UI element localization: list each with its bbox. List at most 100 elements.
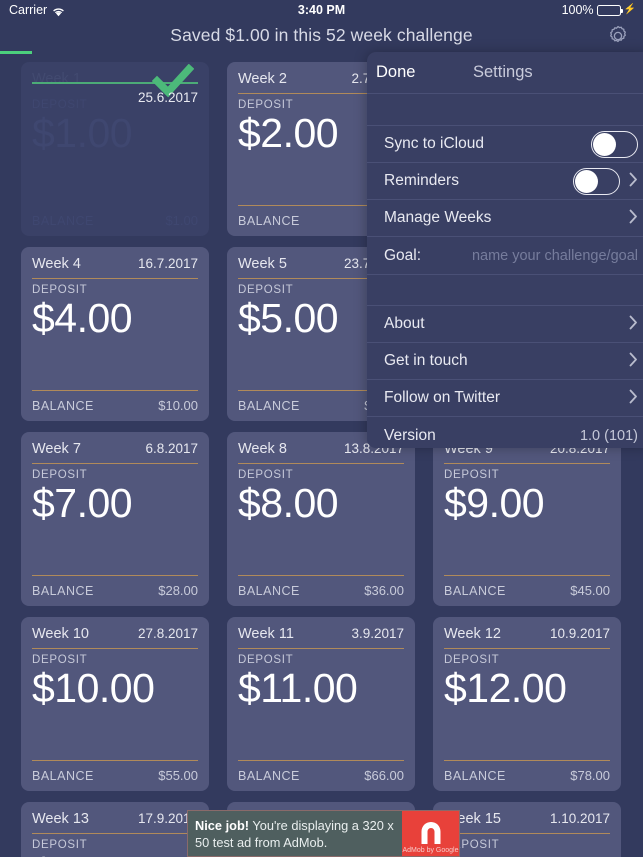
week-card[interactable]: Week 1317.9.2017DEPOSIT$13.00BALANCE$91.… <box>21 802 209 857</box>
week-card[interactable]: Week 11 3.9.2017 DEPOSIT $11.00 BALANCE $66.0… <box>227 617 415 791</box>
week-date: 10.9.2017 <box>549 626 610 641</box>
week-card-body: DEPOSIT $4.00 <box>32 279 198 390</box>
settings-row-value: 1.0 (101) <box>579 427 638 444</box>
week-card-body: DEPOSIT $7.00 <box>32 464 198 575</box>
toggle-knob <box>575 169 598 193</box>
deposit-amount: $12.00 <box>444 665 567 711</box>
navigation-bar: Saved $1.00 in this 52 week challenge <box>0 20 643 51</box>
week-card[interactable]: Week 12 10.9.2017 DEPOSIT $12.00 BALANCE $78.… <box>433 617 621 791</box>
week-card-header: Week 12 10.9.2017 <box>444 626 610 648</box>
deposit-amount: $8.00 <box>238 480 339 526</box>
settings-row-label: Version <box>384 426 436 444</box>
settings-row[interactable]: About <box>367 306 643 343</box>
deposit-amount: $1.00 <box>32 110 133 156</box>
week-label: Week 5 <box>238 256 287 272</box>
week-label: Week 11 <box>238 626 294 642</box>
deposit-amount: $9.00 <box>444 480 545 526</box>
week-card[interactable]: Week 10 27.8.2017 DEPOSIT $10.00 BALANCE $55.… <box>21 617 209 791</box>
battery-percent-label: 100% <box>561 3 594 17</box>
week-card[interactable]: Week 9 20.8.2017 DEPOSIT $9.00 BALANCE $45.00 <box>433 432 621 606</box>
settings-toggle[interactable] <box>573 167 620 195</box>
settings-row[interactable]: Get in touch <box>367 343 643 380</box>
deposit-amount: $4.00 <box>32 295 133 341</box>
week-card-bottom-rule <box>32 205 198 206</box>
settings-row-label: Goal: <box>384 246 422 264</box>
settings-row-label: Reminders <box>384 172 459 189</box>
week-card-bottom-rule <box>444 575 610 576</box>
week-card-footer: BALANCE $78.00 <box>444 768 610 783</box>
week-card-body: DEPOSIT$15.00 <box>444 834 610 857</box>
week-card-bottom-rule <box>32 575 198 576</box>
balance-label: BALANCE <box>32 214 94 228</box>
chevron-right-icon <box>629 209 638 227</box>
balance-label: BALANCE <box>444 769 506 783</box>
settings-row-label: Sync to iCloud <box>384 135 484 152</box>
page-title: Saved $1.00 in this 52 week challenge <box>170 25 473 45</box>
week-card[interactable]: Week 151.10.2017DEPOSIT$15.00BALANCE$120… <box>433 802 621 857</box>
settings-row[interactable]: Version 1.0 (101) <box>367 417 643 448</box>
balance-value: $36.00 <box>364 583 404 598</box>
completed-date: 25.6.2017 <box>137 90 198 105</box>
week-card[interactable]: Week 7 6.8.2017 DEPOSIT $7.00 BALANCE $28.00 <box>21 432 209 606</box>
balance-label: BALANCE <box>444 584 506 598</box>
week-card-body: DEPOSIT $8.00 <box>238 464 404 575</box>
balance-label: BALANCE <box>238 584 300 598</box>
popover-navbar: Done Settings <box>367 52 643 94</box>
popover-section-one: Sync to iCloud Reminders Manage Weeks Goal:… <box>367 126 643 274</box>
balance-value: $55.00 <box>158 768 198 783</box>
popover-section-gap-mid <box>367 274 643 306</box>
settings-popover: Done Settings Sync to iCloud Reminders Man… <box>367 52 643 448</box>
week-card-footer: BALANCE $28.00 <box>32 583 198 598</box>
week-card-header: Week 13 17.9.2017 <box>32 811 198 833</box>
week-card-body: DEPOSIT $1.00 <box>32 94 198 205</box>
week-card-bottom-rule <box>32 760 198 761</box>
week-label: Week 13 <box>32 811 89 827</box>
gear-icon <box>610 25 626 43</box>
balance-value: $45.00 <box>570 583 610 598</box>
week-card-bottom-rule <box>444 760 610 761</box>
settings-row-label: Follow on Twitter <box>384 389 501 406</box>
popover-section-two: About Get in touch Follow on Twitter Versio… <box>367 306 643 448</box>
week-label: Week 1 <box>32 71 81 87</box>
savings-progress-fill <box>0 51 32 54</box>
ad-logo-caption: AdMob by Google <box>402 847 459 854</box>
week-card-bottom-rule <box>32 390 198 391</box>
week-card[interactable]: Week 4 16.7.2017 DEPOSIT $4.00 BALANCE $10.00 <box>21 247 209 421</box>
chevron-right-icon <box>629 389 638 407</box>
week-card-footer: BALANCE $66.00 <box>238 768 404 783</box>
settings-row[interactable]: Sync to iCloud <box>367 126 643 163</box>
week-date: 27.8.2017 <box>137 626 198 641</box>
status-bar-clock: 3:40 PM <box>297 3 346 17</box>
settings-row-label: About <box>384 315 425 332</box>
toggle-knob <box>593 132 616 156</box>
settings-button[interactable] <box>605 23 631 49</box>
week-card-header: Week 10 27.8.2017 <box>32 626 198 648</box>
popover-section-gap-top <box>367 94 643 126</box>
popover-done-button[interactable]: Done <box>376 63 415 82</box>
week-card-footer: BALANCE $45.00 <box>444 583 610 598</box>
goal-input[interactable]: name your challenge/goal <box>472 248 638 264</box>
week-card-bottom-rule <box>238 575 404 576</box>
week-card-bottom-rule <box>238 760 404 761</box>
week-card-footer: BALANCE $55.00 <box>32 768 198 783</box>
admob-test-ad-banner[interactable]: Nice job! You're displaying a 320 x 50 t… <box>187 810 460 857</box>
settings-row[interactable]: Reminders <box>367 163 643 200</box>
week-card[interactable]: Week 8 13.8.2017 DEPOSIT $8.00 BALANCE $36.00 <box>227 432 415 606</box>
week-card[interactable]: Week 125.6.201725.6.2017DEPOSIT$1.00BALA… <box>21 62 209 236</box>
deposit-amount: $15.00 <box>444 849 610 857</box>
popover-title: Settings <box>473 63 533 81</box>
week-label: Week 4 <box>32 256 81 272</box>
week-card-header: Week 4 16.7.2017 <box>32 256 198 278</box>
week-card-footer: BALANCE $1.00 <box>32 213 198 228</box>
balance-value: $78.00 <box>570 768 610 783</box>
settings-row[interactable]: Goal: name your challenge/goal <box>367 237 643 274</box>
settings-row[interactable]: Follow on Twitter <box>367 380 643 417</box>
week-card-body: DEPOSIT$13.00 <box>32 834 198 857</box>
balance-value: $10.00 <box>158 398 198 413</box>
balance-label: BALANCE <box>238 214 300 228</box>
settings-row[interactable]: Manage Weeks <box>367 200 643 237</box>
deposit-amount: $11.00 <box>238 665 358 711</box>
ad-copy: Nice job! You're displaying a 320 x 50 t… <box>188 811 402 856</box>
week-card-body: DEPOSIT $12.00 <box>444 649 610 760</box>
settings-toggle[interactable] <box>591 130 638 158</box>
